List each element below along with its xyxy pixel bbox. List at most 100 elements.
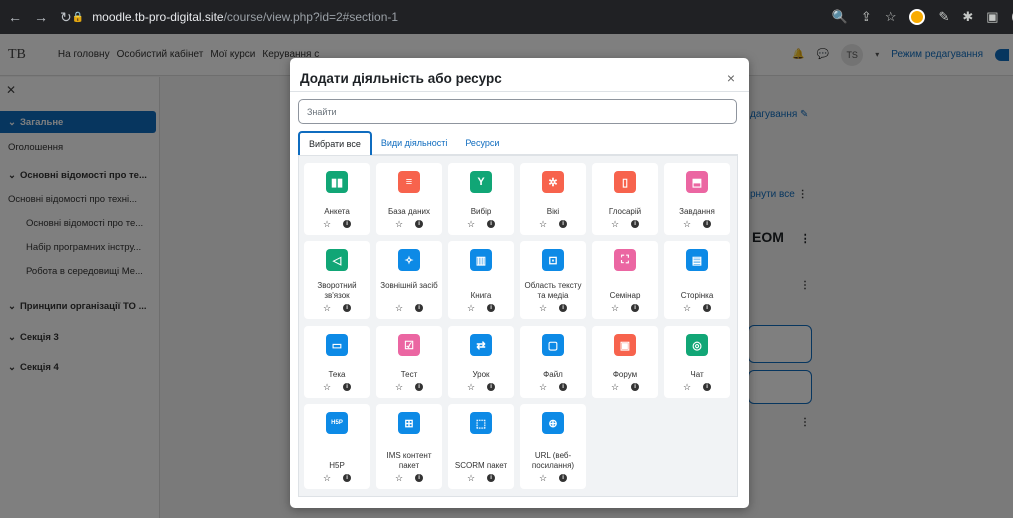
info-icon[interactable]: i [487, 304, 496, 312]
activity-actions: ☆ i [592, 382, 658, 393]
star-icon[interactable]: ☆ [323, 219, 331, 230]
activity-card[interactable]: ⊡ Область тексту та медіа ☆ i [520, 241, 586, 319]
star-icon[interactable]: ☆ [539, 473, 547, 484]
database-icon: ≡ [398, 171, 420, 193]
star-icon[interactable]: ☆ [539, 219, 547, 230]
activity-label: Чат [690, 370, 704, 379]
activity-card[interactable]: ⛶ Семінар ☆ i [592, 241, 658, 319]
star-icon[interactable]: ☆ [395, 473, 403, 484]
activity-actions: ☆ i [304, 382, 370, 393]
info-icon[interactable]: i [343, 383, 352, 391]
page-icon: ▤ [686, 249, 708, 271]
activity-card[interactable]: ≡ База даних ☆ i [376, 163, 442, 235]
info-icon[interactable]: i [631, 383, 640, 391]
zoom-icon[interactable]: 🔍 [832, 9, 848, 25]
info-icon[interactable]: i [343, 474, 352, 482]
pen-icon[interactable]: ✎ [938, 9, 949, 25]
activity-card[interactable]: ✧ Зовнішній засіб ☆ i [376, 241, 442, 319]
sidepanel-icon[interactable]: ▣ [986, 9, 998, 25]
activity-card[interactable]: ▭ Тека ☆ i [304, 326, 370, 398]
star-icon[interactable]: ☆ [611, 219, 619, 230]
star-icon[interactable]: ☆ [323, 382, 331, 393]
info-icon[interactable]: i [487, 383, 496, 391]
reload-icon[interactable]: ↻ [60, 9, 72, 26]
star-icon[interactable]: ☆ [683, 382, 691, 393]
activity-actions: ☆ i [520, 303, 586, 314]
info-icon[interactable]: i [559, 220, 568, 228]
activity-card[interactable]: ▢ Файл ☆ i [520, 326, 586, 398]
info-icon[interactable]: i [487, 474, 496, 482]
globe-icon: ⊕ [542, 412, 564, 434]
activity-card[interactable]: ▮▮ Анкета ☆ i [304, 163, 370, 235]
back-icon[interactable]: ← [8, 9, 22, 25]
activity-label: Форум [612, 370, 638, 379]
star-icon[interactable]: ☆ [683, 219, 691, 230]
activity-card[interactable]: Y Вибір ☆ i [448, 163, 514, 235]
info-icon[interactable]: i [703, 304, 712, 312]
close-icon[interactable]: × [727, 70, 735, 86]
info-icon[interactable]: i [415, 474, 424, 482]
star-icon[interactable]: ☆ [467, 219, 475, 230]
activity-card[interactable]: ⬒ Завдання ☆ i [664, 163, 730, 235]
info-icon[interactable]: i [415, 383, 424, 391]
tab-activities[interactable]: Види діяльності [372, 131, 456, 155]
activity-card[interactable]: ✲ Вікі ☆ i [520, 163, 586, 235]
activity-card[interactable]: ◎ Чат ☆ i [664, 326, 730, 398]
star-icon[interactable]: ☆ [611, 303, 619, 314]
info-icon[interactable]: i [631, 220, 640, 228]
info-icon[interactable]: i [343, 220, 352, 228]
activity-card[interactable]: ▥ Книга ☆ i [448, 241, 514, 319]
forward-icon[interactable]: → [34, 9, 48, 25]
search-input[interactable] [298, 99, 737, 124]
info-icon[interactable]: i [559, 383, 568, 391]
quiz-icon: ☑ [398, 334, 420, 356]
extension-icon[interactable] [909, 9, 926, 25]
info-icon[interactable]: i [559, 474, 568, 482]
puzzle-icon[interactable]: ✱ [962, 9, 973, 25]
activity-card[interactable]: ▯ Глосарій ☆ i [592, 163, 658, 235]
info-icon[interactable]: i [703, 383, 712, 391]
tab-all[interactable]: Вибрати все [298, 131, 372, 155]
info-icon[interactable]: i [631, 304, 640, 312]
star-icon[interactable]: ☆ [539, 303, 547, 314]
activity-actions: ☆ i [448, 473, 514, 484]
info-icon[interactable]: i [343, 304, 352, 312]
address-bar[interactable]: 🔒 moodle.tb-pro-digital.site/course/view… [72, 5, 832, 29]
star-icon[interactable]: ☆ [611, 382, 619, 393]
star-icon[interactable]: ☆ [467, 303, 475, 314]
activity-actions: ☆ i [448, 219, 514, 230]
activity-card[interactable]: ⊕ URL (веб-посилання) ☆ i [520, 404, 586, 489]
info-icon[interactable]: i [703, 220, 712, 228]
share-icon[interactable]: ⇪ [861, 9, 872, 25]
bookmark-star-icon[interactable]: ☆ [885, 9, 897, 25]
activity-card[interactable]: H5P H5P ☆ i [304, 404, 370, 489]
activity-card[interactable]: ⬚ SCORM пакет ☆ i [448, 404, 514, 489]
star-icon[interactable]: ☆ [683, 303, 691, 314]
activity-label: Урок [472, 370, 490, 379]
chooser-tabs: Вибрати все Види діяльності Ресурси [298, 131, 738, 155]
info-icon[interactable]: i [415, 220, 424, 228]
activity-card[interactable]: ⊞ IMS контент пакет ☆ i [376, 404, 442, 489]
activity-card[interactable]: ☑ Тест ☆ i [376, 326, 442, 398]
activity-card[interactable]: ▤ Сторінка ☆ i [664, 241, 730, 319]
activity-actions: ☆ i [664, 219, 730, 230]
star-icon[interactable]: ☆ [467, 473, 475, 484]
info-icon[interactable]: i [559, 304, 568, 312]
star-icon[interactable]: ☆ [395, 219, 403, 230]
star-icon[interactable]: ☆ [395, 303, 403, 314]
info-icon[interactable]: i [487, 220, 496, 228]
star-icon[interactable]: ☆ [395, 382, 403, 393]
activity-card[interactable]: ◁ Зворотний зв'язок ☆ i [304, 241, 370, 319]
info-icon[interactable]: i [415, 304, 424, 312]
star-icon[interactable]: ☆ [467, 382, 475, 393]
activity-actions: ☆ i [304, 303, 370, 314]
activity-label: Тест [400, 370, 418, 379]
forum-icon: ▣ [614, 334, 636, 356]
star-icon[interactable]: ☆ [323, 303, 331, 314]
activity-card[interactable]: ▣ Форум ☆ i [592, 326, 658, 398]
activity-card[interactable]: ⇄ Урок ☆ i [448, 326, 514, 398]
activity-actions: ☆ i [520, 473, 586, 484]
star-icon[interactable]: ☆ [323, 473, 331, 484]
star-icon[interactable]: ☆ [539, 382, 547, 393]
tab-resources[interactable]: Ресурси [456, 131, 508, 155]
